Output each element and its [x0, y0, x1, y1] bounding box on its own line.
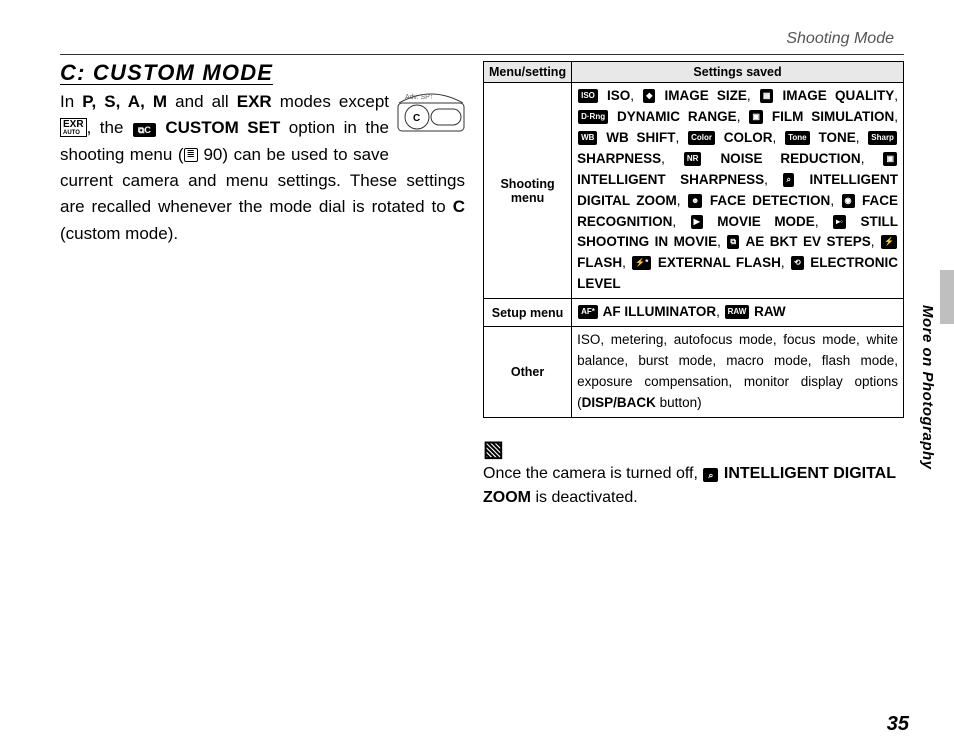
th-saved: Settings saved	[572, 62, 904, 83]
running-header: Shooting Mode	[60, 30, 904, 54]
row-shooting-items: ISO ISO, ◆ IMAGE SIZE, ▦ IMAGE QUALITY, …	[572, 83, 904, 299]
row-setup: Setup menu	[484, 299, 572, 327]
svg-text:Adv. SP↑: Adv. SP↑	[405, 94, 433, 101]
exr-auto-icon: EXRAUTO	[60, 118, 87, 137]
row-other: Other	[484, 327, 572, 418]
thumb-tab	[940, 270, 954, 324]
header-rule	[60, 54, 904, 55]
exr-icon: EXR	[237, 92, 272, 111]
svg-text:C: C	[413, 113, 420, 124]
custom-set-icon: ⧉C	[133, 123, 156, 137]
row-setup-items: AF* AF ILLUMINATOR, RAW RAW	[572, 299, 904, 327]
side-chapter-label: More on Photography	[919, 305, 936, 470]
mode-dial-illustration: C Adv. SP↑	[397, 91, 465, 141]
settings-table: Menu/setting Settings saved Shooting men…	[483, 61, 904, 418]
zoom-icon: ⌕	[703, 468, 718, 482]
row-shooting: Shooting menu	[484, 83, 572, 299]
page-number: 35	[887, 713, 909, 736]
intro-paragraph: C Adv. SP↑ In P, S, A, M and all EXR mod…	[60, 89, 465, 247]
note-text: Once the camera is turned off, ⌕ INTELLI…	[483, 462, 904, 510]
page-title: C: CUSTOM MODE	[60, 61, 273, 85]
th-menu: Menu/setting	[484, 62, 572, 83]
page-ref-icon: ≣	[184, 148, 198, 162]
note-icon: ▧	[483, 436, 904, 462]
row-other-text: ISO, metering, autofocus mode, focus mod…	[572, 327, 904, 418]
